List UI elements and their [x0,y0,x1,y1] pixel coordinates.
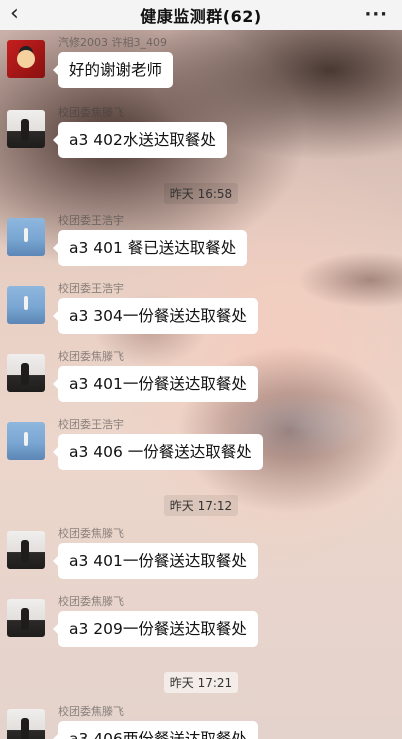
message-bubble[interactable]: a3 401一份餐送达取餐处 [53,366,258,402]
back-icon[interactable]: ‹ [10,2,30,26]
message-bubble[interactable]: a3 406 一份餐送达取餐处 [53,434,263,470]
sender-name: 校团委焦滕飞 [58,705,124,718]
avatar[interactable] [7,110,45,148]
avatar[interactable] [7,218,45,256]
timestamp-divider: 昨天 17:21 [0,672,402,693]
avatar[interactable] [7,40,45,78]
timestamp-label: 昨天 17:21 [163,672,239,693]
timestamp-divider: 昨天 16:58 [0,183,402,204]
sender-name: 校团委焦滕飞 [58,595,124,608]
sender-name: 校团委王浩宇 [58,214,124,227]
avatar[interactable] [7,531,45,569]
message-bubble[interactable]: a3 401一份餐送达取餐处 [53,543,258,579]
sender-name: 校团委王浩宇 [58,418,124,431]
avatar[interactable] [7,709,45,739]
avatar[interactable] [7,422,45,460]
group-title: 健康监测群(62) [140,7,262,26]
message-bubble[interactable]: a3 304一份餐送达取餐处 [53,298,258,334]
message-bubble[interactable]: a3 406两份餐送达取餐处 [53,721,258,739]
message-bubble[interactable]: a3 209一份餐送达取餐处 [53,611,258,647]
sender-name: 校团委焦滕飞 [58,527,124,540]
avatar[interactable] [7,354,45,392]
sender-name: 校团委王浩宇 [58,282,124,295]
timestamp-divider: 昨天 17:12 [0,495,402,516]
sender-name: 汽修2003 许相3_409 [58,36,167,49]
sender-name: 校团委焦滕飞 [58,106,124,119]
avatar[interactable] [7,599,45,637]
message-bubble[interactable]: a3 401 餐已送达取餐处 [52,230,248,266]
more-icon[interactable]: ··· [364,4,388,25]
avatar[interactable] [7,286,45,324]
message-feed[interactable]: 汽修2003 许相3_409 好的谢谢老师 校团委焦滕飞 a3 402水送达取餐… [0,30,402,739]
timestamp-label: 昨天 17:12 [163,495,239,516]
message-bubble[interactable]: 好的谢谢老师 [52,52,174,88]
top-bar: ‹ 健康监测群(62) ··· [0,0,402,30]
message-bubble[interactable]: a3 402水送达取餐处 [53,122,227,158]
timestamp-label: 昨天 16:58 [163,183,239,204]
sender-name: 校团委焦滕飞 [58,350,124,363]
